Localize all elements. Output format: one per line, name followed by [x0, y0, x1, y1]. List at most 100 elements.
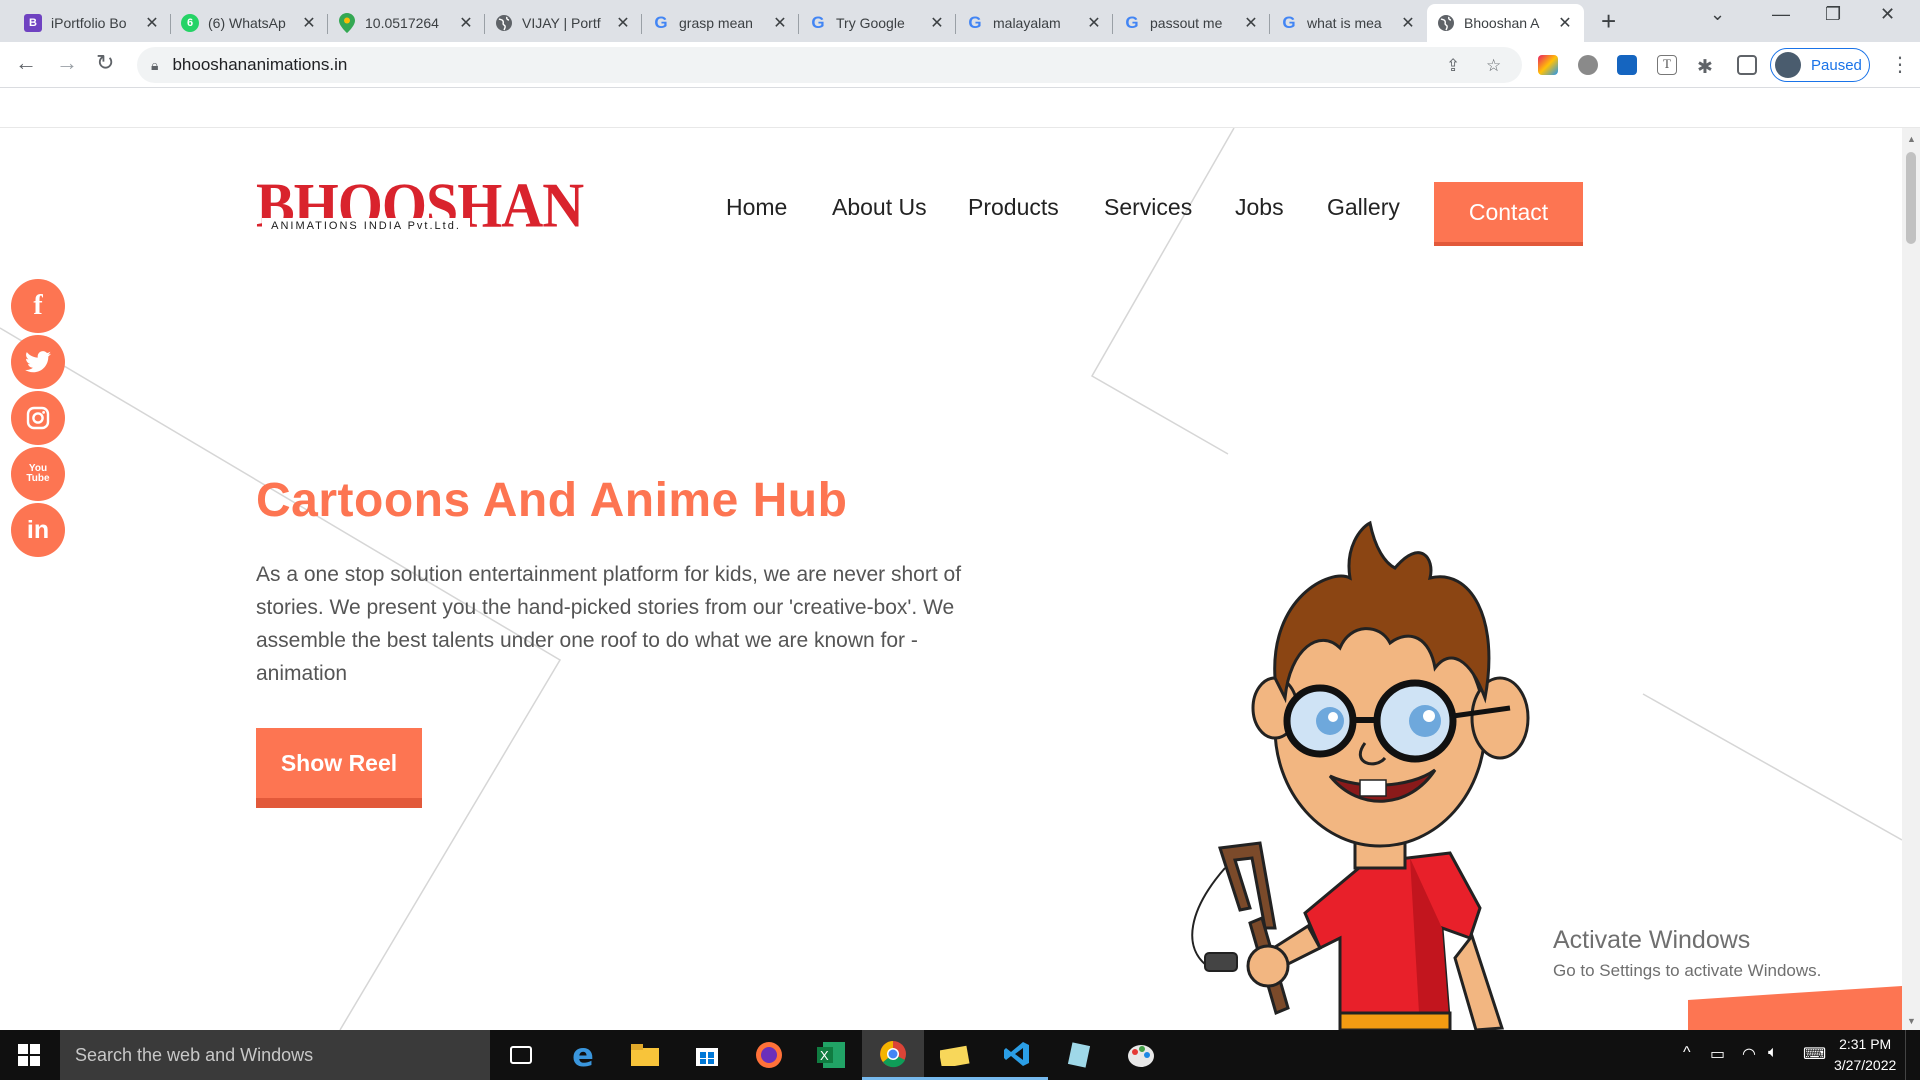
nav-about-us[interactable]: About Us: [832, 194, 927, 221]
browser-tab[interactable]: B iPortfolio Bo ✕: [14, 4, 171, 42]
scroll-down-icon[interactable]: ▼: [1907, 1016, 1916, 1026]
browser-tab-active[interactable]: Bhooshan A ✕: [1427, 4, 1584, 42]
profile-button[interactable]: Paused: [1770, 48, 1870, 82]
show-desktop-button[interactable]: [1905, 1030, 1920, 1080]
close-tab-icon[interactable]: ✕: [614, 13, 632, 33]
extension-text-icon[interactable]: T: [1657, 55, 1677, 75]
instagram-icon[interactable]: [11, 391, 65, 445]
store-icon[interactable]: [676, 1030, 738, 1080]
globe-icon: [495, 14, 513, 32]
avatar: [1775, 52, 1801, 78]
chrome-icon[interactable]: [862, 1030, 924, 1080]
extension-bug-icon[interactable]: [1578, 55, 1598, 75]
menu-kebab-icon[interactable]: ⋮: [1890, 52, 1910, 77]
puzzle-extensions-icon[interactable]: ✱: [1697, 56, 1713, 79]
excel-icon[interactable]: X: [800, 1030, 862, 1080]
tray-chevron-icon[interactable]: ^: [1683, 1044, 1691, 1062]
tab-search-chevron-icon[interactable]: ⌄: [1710, 4, 1725, 25]
logo-subtitle: ANIMATIONS INDIA Pvt.Ltd.: [262, 218, 470, 234]
notepad-icon[interactable]: [1048, 1030, 1110, 1080]
windows-start-icon[interactable]: [18, 1044, 40, 1066]
contact-button[interactable]: Contact: [1434, 182, 1583, 246]
wifi-icon[interactable]: ◠: [1742, 1044, 1756, 1064]
browser-tab[interactable]: G grasp mean ✕: [642, 4, 799, 42]
close-tab-icon[interactable]: ✕: [1556, 13, 1574, 33]
edge-icon[interactable]: e: [552, 1030, 614, 1080]
paint-icon[interactable]: [1110, 1030, 1172, 1080]
new-tab-plus-icon[interactable]: +: [1601, 6, 1616, 37]
google-icon: G: [1125, 13, 1139, 32]
nav-services[interactable]: Services: [1104, 194, 1192, 221]
browser-tab[interactable]: G passout me ✕: [1113, 4, 1270, 42]
page-scrollbar[interactable]: ▲ ▼: [1902, 128, 1920, 1030]
nav-home[interactable]: Home: [726, 194, 787, 221]
browser-tab[interactable]: 6 (6) WhatsAp ✕: [171, 4, 328, 42]
tab-title: malayalam: [993, 15, 1061, 31]
scroll-up-icon[interactable]: ▲: [1907, 134, 1916, 144]
browser-tab[interactable]: G Try Google ✕: [799, 4, 956, 42]
close-tab-icon[interactable]: ✕: [1085, 13, 1103, 33]
volume-muted-icon[interactable]: 🔈︎: [1768, 1044, 1778, 1062]
browser-tab[interactable]: G malayalam ✕: [956, 4, 1113, 42]
tab-title: 10.0517264: [365, 15, 439, 31]
clock-time: 2:31 PM: [1839, 1036, 1892, 1052]
nav-jobs[interactable]: Jobs: [1235, 194, 1284, 221]
extension-color-icon[interactable]: [1538, 55, 1558, 75]
decorative-orange-shape: [1688, 986, 1902, 1030]
vscode-icon[interactable]: [986, 1030, 1048, 1080]
close-tab-icon[interactable]: ✕: [771, 13, 789, 33]
tab-favicon-icon: B: [24, 14, 42, 32]
close-tab-icon[interactable]: ✕: [1242, 13, 1260, 33]
page-top-strip: [0, 88, 1920, 128]
show-reel-button[interactable]: Show Reel: [256, 728, 422, 808]
sticky-folder-icon[interactable]: [924, 1030, 986, 1080]
close-window-icon[interactable]: ✕: [1880, 4, 1895, 25]
whatsapp-icon: 6: [181, 14, 199, 32]
file-explorer-icon[interactable]: [614, 1030, 676, 1080]
nav-gallery[interactable]: Gallery: [1327, 194, 1400, 221]
reload-icon[interactable]: ↻: [96, 50, 114, 76]
tab-title: what is mea: [1307, 15, 1382, 31]
firefox-icon[interactable]: [738, 1030, 800, 1080]
close-tab-icon[interactable]: ✕: [928, 13, 946, 33]
tab-title: VIJAY | Portf: [522, 15, 601, 31]
google-icon: G: [1282, 13, 1296, 32]
extension-shield-icon[interactable]: [1617, 55, 1637, 75]
share-icon[interactable]: ⇪: [1446, 56, 1460, 76]
nav-products[interactable]: Products: [968, 194, 1059, 221]
forward-arrow-icon[interactable]: →: [56, 50, 78, 76]
browser-tab[interactable]: VIJAY | Portf ✕: [485, 4, 642, 42]
scrollbar-thumb[interactable]: [1906, 152, 1916, 244]
browser-toolbar: ← → ↻ 🔒︎ bhooshananimations.in ⇪ ☆ T ✱ P…: [0, 42, 1920, 88]
browser-tab[interactable]: 10.0517264 ✕: [328, 4, 485, 42]
close-tab-icon[interactable]: ✕: [457, 13, 475, 33]
close-tab-icon[interactable]: ✕: [1399, 13, 1417, 33]
tab-title: grasp mean: [679, 15, 753, 31]
battery-icon[interactable]: ▭: [1710, 1044, 1725, 1064]
windows-taskbar: Search the web and Windows e X ^ ▭ ◠ 🔈︎ …: [0, 1030, 1920, 1080]
restore-icon[interactable]: ❐: [1825, 4, 1841, 25]
browser-tab[interactable]: G what is mea ✕: [1270, 4, 1427, 42]
google-icon: G: [654, 13, 668, 32]
tab-title: (6) WhatsAp: [208, 15, 286, 31]
side-panel-icon[interactable]: [1737, 55, 1757, 75]
twitter-icon[interactable]: [11, 335, 65, 389]
site-logo[interactable]: BHOOSHAN ANIMATIONS INDIA Pvt.Ltd.: [256, 168, 584, 248]
back-arrow-icon[interactable]: ←: [15, 50, 37, 76]
address-bar[interactable]: 🔒︎ bhooshananimations.in: [137, 47, 1522, 83]
activate-windows-watermark: Activate Windows Go to Settings to activ…: [1553, 926, 1821, 981]
system-clock[interactable]: 2:31 PM 3/27/2022: [1834, 1034, 1896, 1076]
close-tab-icon[interactable]: ✕: [300, 13, 318, 33]
facebook-icon[interactable]: f: [11, 279, 65, 333]
linkedin-icon[interactable]: in: [11, 503, 65, 557]
tab-title: Bhooshan A: [1464, 15, 1540, 31]
cartoon-boy-illustration: [1191, 520, 1530, 1030]
close-tab-icon[interactable]: ✕: [143, 13, 161, 33]
bookmark-star-icon[interactable]: ☆: [1486, 56, 1501, 76]
youtube-icon[interactable]: You Tube: [11, 447, 65, 501]
taskbar-search-input[interactable]: Search the web and Windows: [60, 1030, 490, 1080]
task-view-icon[interactable]: [490, 1030, 552, 1080]
tab-strip: B iPortfolio Bo ✕ 6 (6) WhatsAp ✕ 10.051…: [0, 0, 1920, 42]
minimize-icon[interactable]: —: [1772, 4, 1790, 25]
input-keyboard-icon[interactable]: ⌨: [1803, 1044, 1826, 1064]
